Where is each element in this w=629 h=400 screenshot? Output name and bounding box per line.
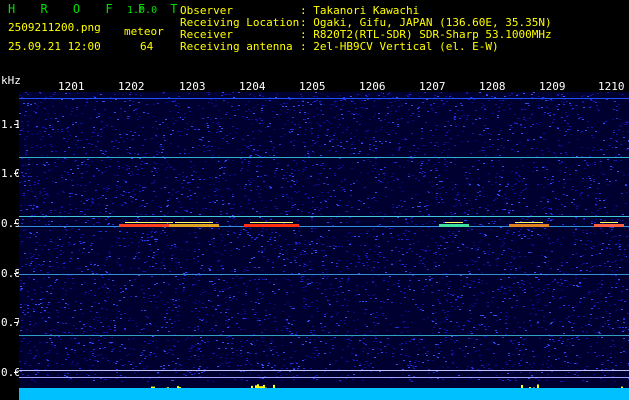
app-title: H R O F F T — [8, 2, 187, 16]
y-tick-mark — [14, 372, 18, 373]
meteor-echo — [439, 224, 469, 227]
header-panel: H R O F F T 1.0.0 2509211200.png 25.09.2… — [0, 0, 629, 74]
y-tick-mark — [14, 173, 18, 174]
mode-label: meteor — [124, 25, 164, 38]
carrier-line — [19, 274, 629, 275]
date-time: 25.09.21 12:00 — [8, 40, 101, 53]
meteor-echo-core — [125, 222, 173, 223]
y-tick-mark — [14, 223, 18, 224]
carrier-line — [19, 335, 629, 336]
meteor-echo — [594, 224, 624, 227]
y-axis-unit: kHz — [1, 74, 21, 87]
file-name: 2509211200.png — [8, 21, 101, 34]
antenna-label: Receiving antenna — [180, 40, 293, 53]
app-version: 1.0.0 — [127, 5, 158, 16]
spectrogram-plot — [19, 92, 629, 400]
carrier-line — [19, 216, 629, 217]
meteor-echo — [244, 224, 299, 227]
meteor-echo-core — [175, 222, 213, 223]
antenna-value: : 2el-HB9CV Vertical (el. E-W) — [300, 40, 499, 53]
meteor-count: 64 — [140, 40, 154, 53]
spectrogram-canvas — [19, 92, 629, 400]
meteor-echo — [169, 224, 219, 227]
y-tick-mark — [14, 273, 18, 274]
meteor-echo-core — [515, 222, 543, 223]
carrier-line — [19, 98, 629, 99]
activity-baseline — [19, 388, 629, 400]
carrier-line — [19, 370, 629, 371]
carrier-line — [19, 377, 629, 378]
meteor-echo-core — [600, 222, 618, 223]
carrier-line — [19, 157, 629, 158]
y-tick-mark — [14, 124, 18, 125]
meteor-echo-core — [250, 222, 293, 223]
meteor-echo — [509, 224, 549, 227]
meteor-echo-core — [445, 222, 463, 223]
y-tick-mark — [14, 322, 18, 323]
